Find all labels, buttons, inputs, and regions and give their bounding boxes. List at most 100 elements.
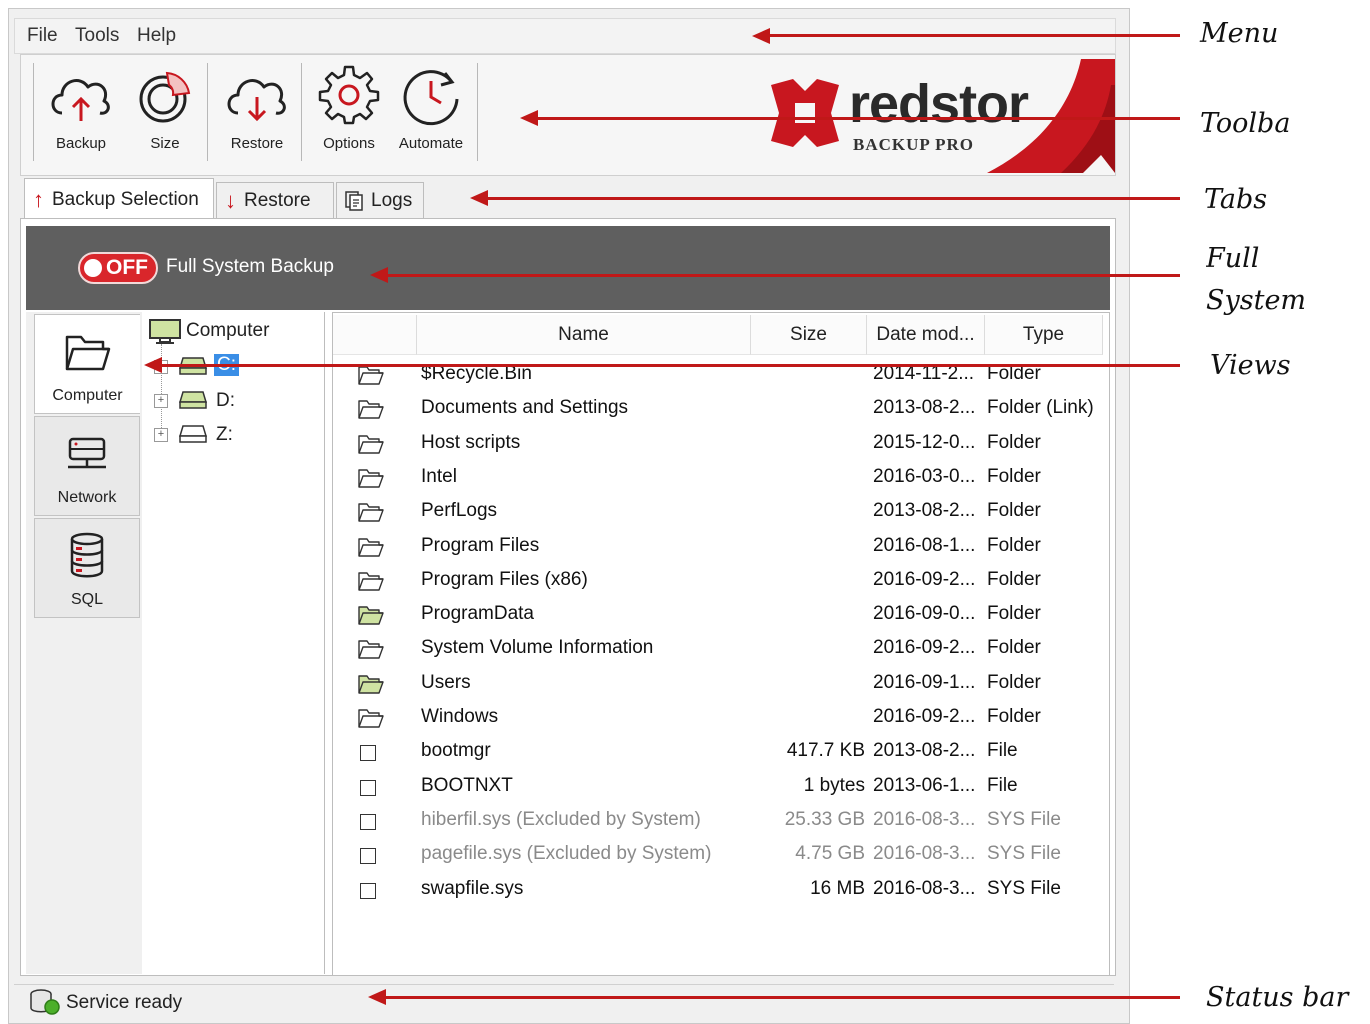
toggle-state-text: OFF (106, 256, 148, 279)
folder-select-icon[interactable] (357, 467, 385, 495)
table-row[interactable]: ProgramData 2016-09-0... Folder (333, 599, 1103, 633)
file-date-modified: 2016-09-2... (873, 706, 976, 727)
file-name: System Volume Information (421, 637, 654, 659)
table-row[interactable]: System Volume Information 2016-09-2... Fol… (333, 633, 1103, 667)
restore-label: Restore (230, 135, 284, 152)
view-network[interactable]: Network (34, 416, 140, 516)
folder-icon (358, 640, 384, 660)
folder-select-icon[interactable] (357, 398, 385, 426)
table-row[interactable]: Host scripts 2015-12-0... Folder (333, 428, 1103, 462)
folder-select-icon[interactable] (357, 673, 385, 701)
file-date-modified: 2016-09-1... (873, 671, 976, 693)
menu-help[interactable]: Help (137, 25, 176, 47)
table-row[interactable]: PerfLogs 2013-08-2... Folder (333, 496, 1103, 530)
annotation-arrow-line (538, 117, 1180, 120)
tree-drive-d[interactable]: D: (216, 390, 235, 412)
folder-select-icon[interactable] (357, 604, 385, 632)
file-size: 4.75 GB (795, 843, 865, 865)
column-header-size[interactable]: Size (751, 315, 867, 355)
size-button[interactable]: Size (125, 63, 205, 163)
select-checkbox[interactable] (357, 879, 376, 899)
view-computer[interactable]: Computer (34, 314, 140, 414)
annotation-arrowhead (470, 190, 488, 206)
file-name: PerfLogs (421, 500, 498, 522)
file-size: 417.7 KB (786, 740, 865, 762)
menu-tools[interactable]: Tools (75, 25, 119, 47)
expand-icon[interactable]: + (154, 428, 168, 442)
column-header-name[interactable]: Name (417, 315, 751, 355)
folder-select-icon[interactable] (357, 364, 385, 392)
folder-icon (358, 709, 384, 728)
table-row[interactable]: Windows 2016-09-2... Folder (333, 702, 1103, 736)
tab-backup-selection[interactable]: ↑ Backup Selection (24, 178, 214, 220)
annotation-arrowhead (368, 989, 386, 1005)
folder-select-icon[interactable] (357, 501, 385, 529)
gear-icon (318, 65, 380, 125)
automate-button[interactable]: Automate (391, 63, 471, 163)
annotation-full-system: Full System (1206, 243, 1307, 316)
file-name: Intel (421, 465, 457, 487)
file-list: Name Size Date mod... Type $Recycle.Bin 2… (332, 312, 1110, 976)
view-sql[interactable]: SQL (34, 518, 140, 618)
file-name: pagefile.sys (Excluded by System) (421, 843, 712, 865)
file-type: Folder (987, 534, 1041, 556)
restore-button[interactable]: Restore (217, 63, 297, 163)
table-row[interactable]: Program Files (x86) 2016-09-2... Folder (333, 565, 1103, 599)
file-date-modified: 2013-06-1... (873, 774, 976, 796)
table-row[interactable]: BOOTNXT 1 bytes 2013-06-1... File (333, 771, 1103, 805)
status-text: Service ready (66, 992, 183, 1013)
folder-icon (65, 335, 110, 371)
tree-root-computer[interactable]: Computer (186, 320, 269, 342)
table-row[interactable]: Program Files 2016-08-1... Folder (333, 531, 1103, 565)
view-network-label: Network (57, 489, 117, 506)
file-type: Folder (987, 671, 1041, 693)
table-row[interactable]: Intel 2016-03-0... Folder (333, 462, 1103, 496)
arrow-up-icon: ↑ (33, 186, 44, 212)
folder-select-icon[interactable] (357, 707, 385, 735)
table-row[interactable]: pagefile.sys (Excluded by System) 4.75 GB… (333, 839, 1103, 873)
folder-select-icon[interactable] (357, 536, 385, 564)
menu-file[interactable]: File (27, 25, 58, 47)
table-row[interactable]: hiberfil.sys (Excluded by System) 25.33 G… (333, 805, 1103, 839)
folder-icon (358, 503, 384, 522)
table-row[interactable]: Users 2016-09-1... Folder (333, 668, 1103, 702)
column-header-type[interactable]: Type (985, 315, 1103, 355)
file-size: 1 bytes (803, 774, 865, 796)
column-header-select[interactable] (333, 315, 417, 355)
folder-select-icon[interactable] (357, 570, 385, 598)
select-checkbox[interactable] (357, 741, 376, 762)
column-header-date[interactable]: Date mod... (867, 315, 985, 355)
file-type: SYS File (987, 808, 1061, 830)
folder-select-icon[interactable] (357, 433, 385, 461)
select-checkbox[interactable] (357, 844, 376, 865)
file-type: Folder (987, 431, 1041, 453)
full-system-backup-toggle[interactable]: OFF (78, 252, 158, 284)
tab-backup-selection-label: Backup Selection (52, 188, 199, 210)
file-date-modified: 2016-09-0... (873, 603, 976, 625)
toolbar: Backup Size Restore Options Automate red… (20, 54, 1116, 176)
toolbar-separator (33, 63, 34, 161)
folder-select-icon[interactable] (357, 638, 385, 666)
tree-drive-z[interactable]: Z: (216, 424, 233, 446)
select-checkbox[interactable] (357, 776, 376, 796)
view-computer-label: Computer (52, 387, 123, 404)
folder-icon (358, 400, 384, 419)
expand-icon[interactable]: + (154, 394, 168, 408)
table-row[interactable]: swapfile.sys 16 MB 2016-08-3... SYS File (333, 874, 1103, 908)
toolbar-separator (477, 63, 478, 161)
file-name: Host scripts (421, 431, 521, 453)
select-checkbox[interactable] (357, 810, 376, 830)
size-label: Size (150, 135, 180, 152)
table-row[interactable]: Documents and Settings 2013-08-2... Folder… (333, 393, 1103, 427)
tab-logs-label: Logs (371, 189, 413, 211)
file-date-modified: 2016-08-1... (873, 534, 976, 556)
table-row[interactable]: bootmgr 417.7 KB 2013-08-2... File (333, 736, 1103, 770)
file-type: Folder (987, 637, 1041, 659)
annotation-arrowhead (752, 28, 770, 44)
backup-label: Backup (55, 135, 107, 152)
options-button[interactable]: Options (309, 63, 389, 163)
file-type: Folder (987, 568, 1041, 590)
backup-button[interactable]: Backup (41, 63, 121, 163)
tab-restore[interactable]: ↓ Restore (216, 182, 334, 218)
tab-logs[interactable]: Logs (336, 182, 424, 218)
